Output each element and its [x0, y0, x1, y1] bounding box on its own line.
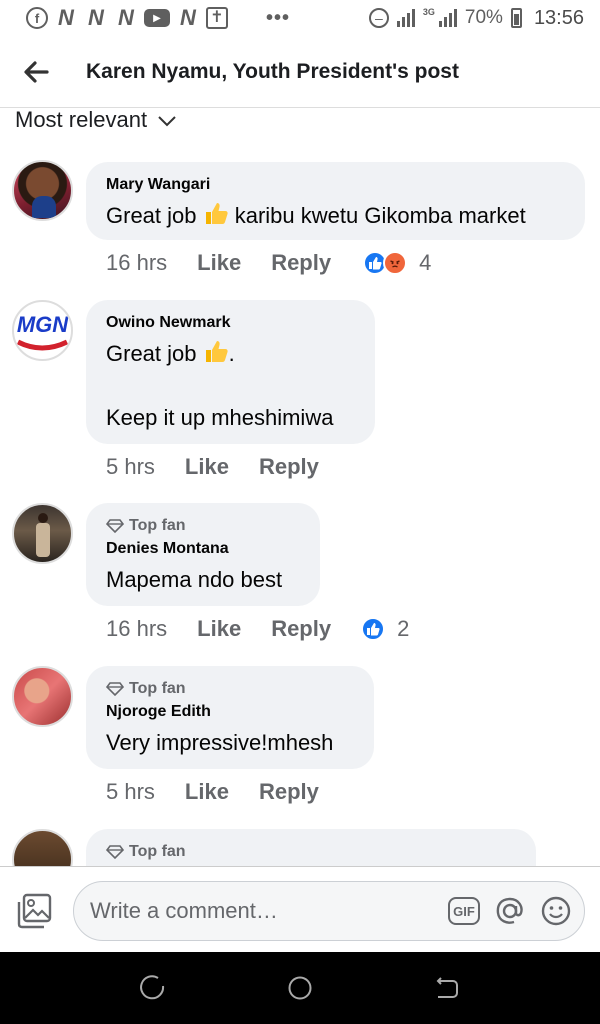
comment-bubble[interactable]: Top fan	[86, 829, 536, 866]
recent-apps-button[interactable]	[133, 968, 173, 1008]
back-nav-button[interactable]	[427, 968, 467, 1008]
system-nav-bar	[0, 952, 600, 1024]
cell-signal-icon	[438, 9, 457, 27]
reply-button[interactable]: Reply	[259, 779, 319, 805]
like-button[interactable]: Like	[185, 454, 229, 480]
notification-n-icon: N	[88, 5, 104, 30]
avatar[interactable]	[12, 503, 73, 564]
angry-reaction-icon	[383, 251, 408, 275]
wifi-signal-icon	[396, 9, 415, 27]
thumbs-up-emoji-icon	[205, 341, 228, 362]
comment-composer: Write a comment… GIF	[0, 866, 600, 952]
comment-text-part: karibu kwetu Gikomba market	[228, 203, 526, 228]
like-button[interactable]: Like	[197, 616, 241, 642]
comment-text-part: .	[228, 341, 235, 366]
back-button[interactable]	[0, 36, 72, 108]
network-type: 3G	[422, 6, 435, 17]
more-dots-icon: •••	[266, 6, 291, 29]
do-not-disturb-icon: –	[368, 8, 389, 28]
bible-icon: ✝	[206, 7, 228, 29]
comment-text: Very impressive!mhesh	[106, 730, 334, 755]
comment-actions: 5 hrs Like Reply	[106, 779, 319, 805]
comment-text: Great job karibu kwetu Gikomba market	[106, 200, 565, 232]
chevron-down-icon	[158, 116, 176, 127]
comment-bubble[interactable]: Owino Newmark Great job . Keep it up mhe…	[86, 300, 375, 444]
photo-gallery-icon	[17, 893, 52, 929]
comment-timestamp[interactable]: 5 hrs	[106, 779, 155, 805]
top-fan-badge: Top fan	[106, 517, 300, 535]
comment-actions: 5 hrs Like Reply	[106, 454, 319, 480]
clock: 13:56	[533, 6, 584, 29]
notification-n-icon: N	[180, 5, 196, 30]
battery-icon	[510, 8, 522, 28]
comment-text: Great job .	[106, 338, 355, 370]
comment-actions: 16 hrs Like Reply 4	[106, 250, 431, 276]
youtube-icon: ▶	[144, 9, 170, 27]
battery-percent: 70%	[464, 7, 503, 28]
comment-timestamp[interactable]: 16 hrs	[106, 250, 167, 276]
reaction-count: 4	[419, 250, 432, 275]
reaction-summary[interactable]: 2	[361, 616, 409, 642]
comment-text: Mapema ndo best	[106, 567, 283, 592]
notification-n-icon: N	[118, 5, 134, 30]
comment-text: Keep it up mheshimiwa	[106, 405, 334, 430]
top-fan-badge: Top fan	[106, 843, 516, 861]
diamond-icon	[106, 845, 124, 859]
diamond-icon	[106, 682, 124, 696]
thumbs-up-emoji-icon	[205, 203, 228, 224]
gif-button[interactable]: GIF	[448, 897, 480, 925]
reaction-count: 2	[397, 616, 410, 641]
comment-text-part: Great job	[106, 203, 203, 228]
top-fan-label: Top fan	[129, 680, 186, 697]
sort-label: Most relevant	[15, 107, 148, 132]
top-fan-badge: Top fan	[106, 680, 354, 698]
like-button[interactable]: Like	[185, 779, 229, 805]
recent-apps-icon	[140, 975, 165, 1000]
comment-author[interactable]: Njoroge Edith	[106, 703, 354, 721]
emoji-icon[interactable]	[540, 895, 572, 927]
avatar[interactable]	[12, 666, 73, 727]
diamond-icon	[106, 519, 124, 533]
home-icon	[288, 976, 312, 1000]
reply-button[interactable]: Reply	[271, 250, 331, 276]
page-title: Karen Nyamu, Youth President's post	[86, 59, 459, 83]
avatar[interactable]	[12, 160, 73, 221]
top-fan-label: Top fan	[129, 517, 186, 534]
mention-icon[interactable]	[494, 895, 526, 927]
reply-button[interactable]: Reply	[271, 616, 331, 642]
comment-actions: 16 hrs Like Reply 2	[106, 616, 409, 642]
back-nav-icon	[436, 977, 458, 998]
status-bar: f N N N ▶ N ✝ ••• – 3G 70% 13:56	[0, 0, 600, 36]
app-header: Karen Nyamu, Youth President's post	[0, 36, 600, 108]
reaction-summary[interactable]: 4	[363, 250, 431, 276]
comment-author[interactable]: Mary Wangari	[106, 176, 565, 194]
like-reaction-icon	[361, 617, 386, 641]
avatar[interactable]	[12, 829, 73, 866]
comment-timestamp[interactable]: 5 hrs	[106, 454, 155, 480]
comment-text-part: Great job	[106, 341, 203, 366]
top-fan-label: Top fan	[129, 843, 186, 860]
comment-author[interactable]: Owino Newmark	[106, 314, 355, 332]
sort-dropdown[interactable]: Most relevant	[15, 106, 177, 134]
comment-author[interactable]: Denies Montana	[106, 540, 300, 558]
home-button[interactable]	[280, 968, 320, 1008]
reply-button[interactable]: Reply	[259, 454, 319, 480]
avatar[interactable]: MGN	[12, 300, 73, 361]
arrow-left-icon	[24, 60, 49, 83]
notification-n-icon: N	[58, 5, 74, 30]
comment-bubble[interactable]: Top fan Denies Montana Mapema ndo best	[86, 503, 320, 606]
photo-button[interactable]	[16, 893, 54, 929]
comment-timestamp[interactable]: 16 hrs	[106, 616, 167, 642]
facebook-icon: f	[26, 7, 48, 29]
like-button[interactable]: Like	[197, 250, 241, 276]
svg-text:MGN: MGN	[17, 312, 69, 337]
comment-item: Top fan	[0, 829, 600, 866]
mgn-logo-icon: MGN	[17, 312, 69, 351]
comment-bubble[interactable]: Mary Wangari Great job karibu kwetu Giko…	[86, 162, 585, 240]
comment-bubble[interactable]: Top fan Njoroge Edith Very impressive!mh…	[86, 666, 374, 769]
